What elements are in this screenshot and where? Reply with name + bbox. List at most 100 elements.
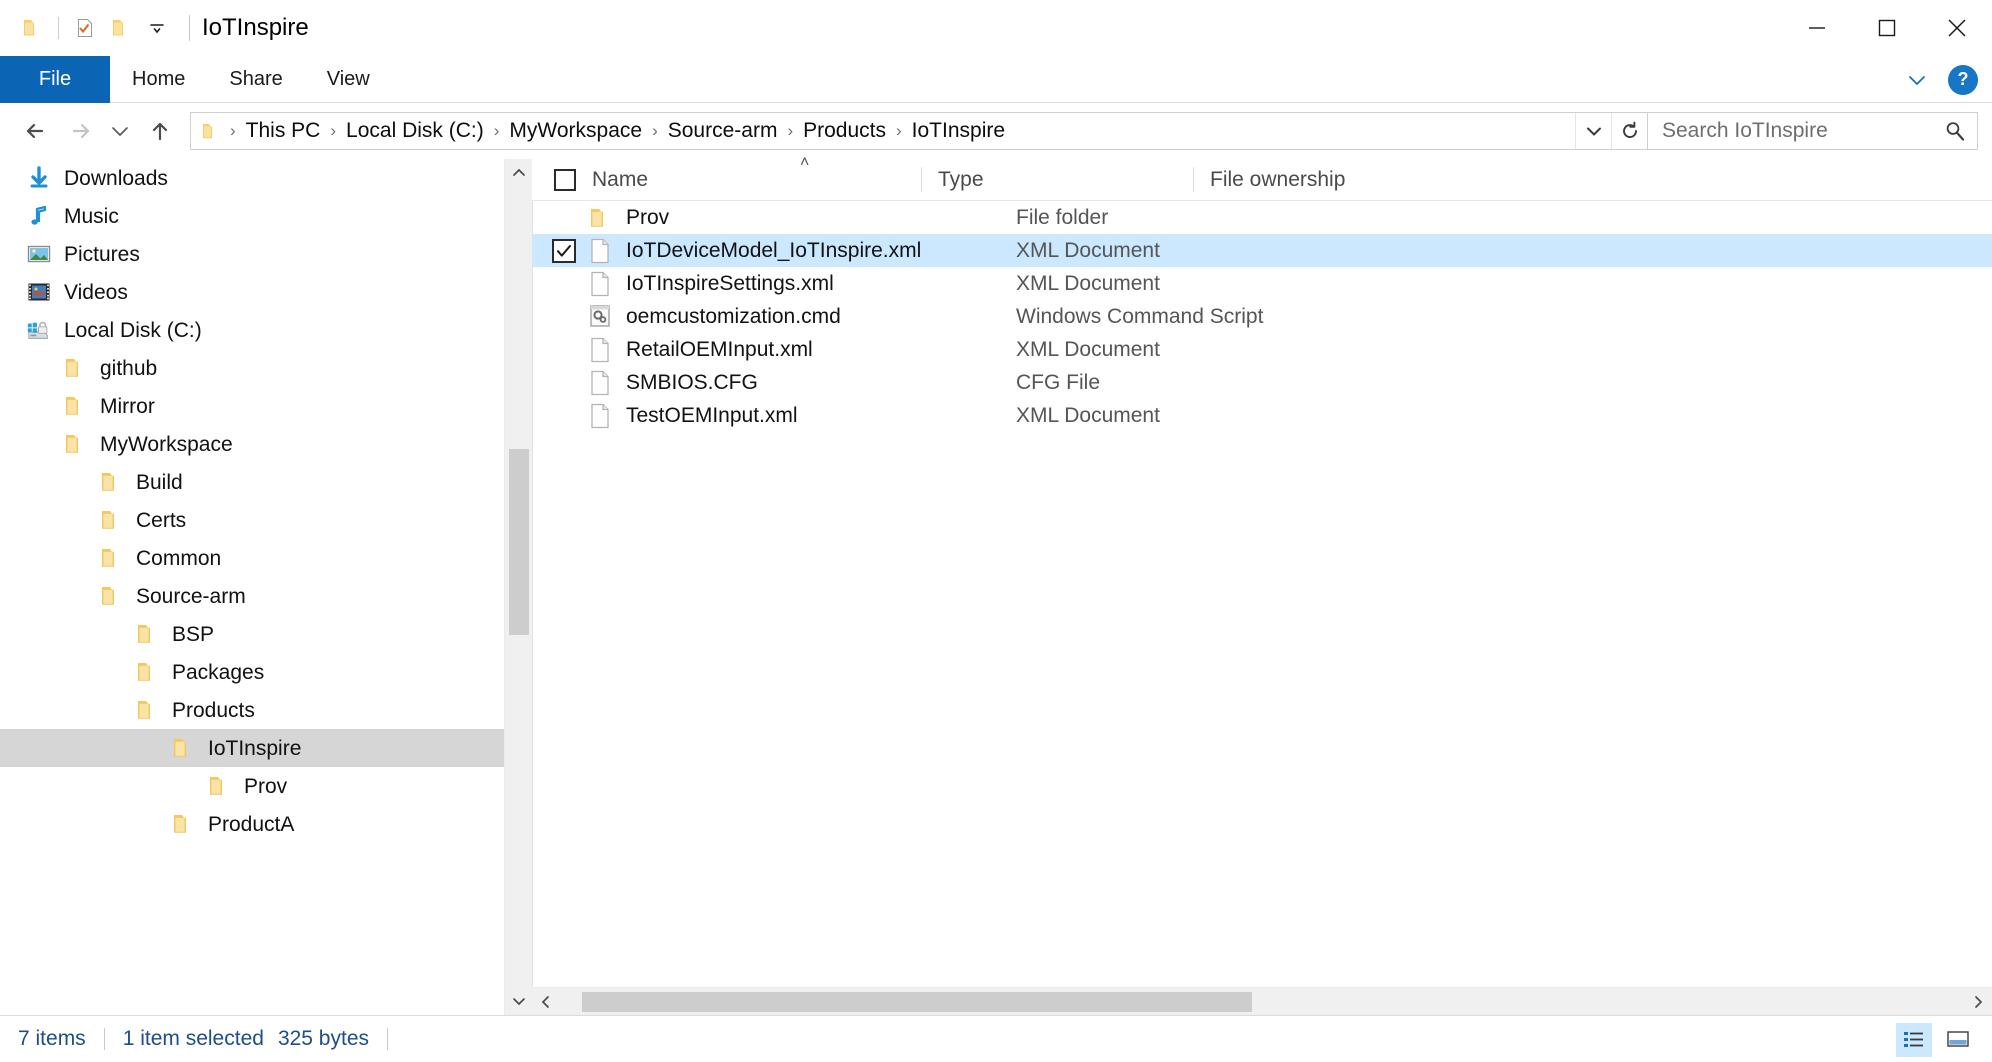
table-row[interactable]: ProvFile folder xyxy=(532,201,1992,234)
search-box[interactable] xyxy=(1648,112,1978,150)
back-arrow-icon[interactable] xyxy=(14,109,58,153)
sidebar-item-bsp[interactable]: BSP xyxy=(0,615,532,653)
breadcrumb-item-iotinspire[interactable]: IoTInspire xyxy=(905,117,1012,145)
row-checkbox[interactable] xyxy=(552,239,576,263)
folder-icon xyxy=(170,811,196,837)
expand-ribbon-icon[interactable] xyxy=(1902,65,1932,95)
chevron-up-icon[interactable] xyxy=(505,159,532,187)
breadcrumb-list: › This PC › Local Disk (C:) › MyWorkspac… xyxy=(191,117,1575,145)
sidebar-item-packages[interactable]: Packages xyxy=(0,653,532,691)
select-all-checkbox[interactable] xyxy=(554,169,576,191)
tab-file[interactable]: File xyxy=(0,56,110,103)
file-rows: ProvFile folderIoTDeviceModel_IoTInspire… xyxy=(532,201,1992,987)
breadcrumb[interactable]: › This PC › Local Disk (C:) › MyWorkspac… xyxy=(190,112,1648,150)
file-list-horizontal-scrollbar[interactable] xyxy=(532,987,1992,1015)
sidebar-item-products[interactable]: Products xyxy=(0,691,532,729)
customize-quick-access-icon[interactable] xyxy=(139,10,175,46)
row-checkbox[interactable] xyxy=(552,206,576,230)
maximize-button[interactable] xyxy=(1852,0,1922,56)
file-type: File folder xyxy=(1016,206,1288,230)
file-name: IoTInspireSettings.xml xyxy=(626,272,1016,296)
sidebar-item-common[interactable]: Common xyxy=(0,539,532,577)
folder-icon xyxy=(134,621,160,647)
table-row[interactable]: IoTInspireSettings.xmlXML Document xyxy=(532,267,1992,300)
sidebar-item-certs[interactable]: Certs xyxy=(0,501,532,539)
breadcrumb-item-local-disk[interactable]: Local Disk (C:) xyxy=(339,117,491,145)
column-headers: ˄ Name Type File ownership xyxy=(532,159,1992,201)
sidebar-item-mirror[interactable]: Mirror xyxy=(0,387,532,425)
table-row[interactable]: RetailOEMInput.xmlXML Document xyxy=(532,333,1992,366)
help-button[interactable]: ? xyxy=(1948,65,1978,95)
sidebar-item-music[interactable]: Music xyxy=(0,197,532,235)
sidebar-item-myworkspace[interactable]: MyWorkspace xyxy=(0,425,532,463)
chevron-right-icon[interactable] xyxy=(1964,988,1992,1016)
breadcrumb-item-myworkspace[interactable]: MyWorkspace xyxy=(502,117,649,145)
sidebar-item-iotinspire[interactable]: IoTInspire xyxy=(0,729,532,767)
row-checkbox[interactable] xyxy=(552,272,576,296)
nav-scroll-thumb[interactable] xyxy=(509,449,529,635)
properties-icon[interactable] xyxy=(67,10,103,46)
row-checkbox[interactable] xyxy=(552,404,576,428)
sidebar-item-videos[interactable]: Videos xyxy=(0,273,532,311)
chevron-left-icon[interactable] xyxy=(532,988,560,1016)
column-header-name[interactable]: ˄ Name xyxy=(532,159,922,200)
file-type: XML Document xyxy=(1016,272,1288,296)
drive-icon xyxy=(26,317,52,343)
breadcrumb-separator: › xyxy=(327,121,339,141)
hscroll-track[interactable] xyxy=(560,988,1964,1016)
nav-scrollbar[interactable] xyxy=(504,159,532,1015)
large-icons-view-icon[interactable] xyxy=(1940,1023,1976,1057)
sidebar-item-producta[interactable]: ProductA xyxy=(0,805,532,843)
row-checkbox[interactable] xyxy=(552,305,576,329)
sidebar-item-label: BSP xyxy=(172,624,214,645)
sidebar-item-prov[interactable]: Prov xyxy=(0,767,532,805)
table-row[interactable]: SMBIOS.CFGCFG File xyxy=(532,366,1992,399)
hscroll-thumb[interactable] xyxy=(582,992,1252,1012)
file-name: SMBIOS.CFG xyxy=(626,371,1016,395)
sidebar-item-downloads[interactable]: Downloads xyxy=(0,159,532,197)
chevron-down-icon[interactable] xyxy=(505,987,532,1015)
new-folder-icon[interactable] xyxy=(103,10,139,46)
search-icon[interactable] xyxy=(1943,119,1967,143)
up-arrow-icon[interactable] xyxy=(138,109,182,153)
xml-file-icon xyxy=(586,402,614,430)
navigation-pane: DownloadsMusicPictures Videos Local Disk (… xyxy=(0,159,532,1015)
row-checkbox[interactable] xyxy=(552,338,576,362)
refresh-icon[interactable] xyxy=(1611,113,1647,149)
status-divider xyxy=(104,1028,105,1050)
sidebar-item-local-disk-c[interactable]: Local Disk (C:) xyxy=(0,311,532,349)
xml-file-icon xyxy=(586,237,614,265)
column-header-file-ownership[interactable]: File ownership xyxy=(1194,159,1494,200)
folder-icon xyxy=(98,469,124,495)
sidebar-item-label: Videos xyxy=(64,282,128,303)
status-selection-size: 325 bytes xyxy=(278,1027,369,1051)
close-button[interactable] xyxy=(1922,0,1992,56)
folder-icon[interactable] xyxy=(14,10,50,46)
recent-locations-icon[interactable] xyxy=(102,109,138,153)
minimize-button[interactable] xyxy=(1782,0,1852,56)
table-row[interactable]: oemcustomization.cmdWindows Command Scri… xyxy=(532,300,1992,333)
sidebar-item-github[interactable]: github xyxy=(0,349,532,387)
table-row[interactable]: TestOEMInput.xmlXML Document xyxy=(532,399,1992,432)
file-type: XML Document xyxy=(1016,404,1288,428)
chevron-down-icon[interactable] xyxy=(1575,113,1611,149)
tab-share[interactable]: Share xyxy=(207,56,304,103)
breadcrumb-item-source-arm[interactable]: Source-arm xyxy=(661,117,785,145)
sidebar-item-source-arm[interactable]: Source-arm xyxy=(0,577,532,615)
breadcrumb-item-this-pc[interactable]: This PC xyxy=(239,117,328,145)
tab-home[interactable]: Home xyxy=(110,56,207,103)
file-name: Prov xyxy=(626,206,1016,230)
tab-view[interactable]: View xyxy=(305,56,392,103)
column-header-type[interactable]: Type xyxy=(922,159,1194,200)
file-list-pane: ˄ Name Type File ownership ProvFile fold… xyxy=(532,159,1992,1015)
quick-access-toolbar: IoTInspire xyxy=(0,10,309,46)
forward-arrow-icon[interactable] xyxy=(58,109,102,153)
row-checkbox[interactable] xyxy=(552,371,576,395)
sort-ascending-icon: ˄ xyxy=(800,154,809,172)
search-input[interactable] xyxy=(1662,119,1943,143)
breadcrumb-item-products[interactable]: Products xyxy=(796,117,893,145)
sidebar-item-pictures[interactable]: Pictures xyxy=(0,235,532,273)
sidebar-item-build[interactable]: Build xyxy=(0,463,532,501)
table-row[interactable]: IoTDeviceModel_IoTInspire.xmlXML Documen… xyxy=(532,234,1992,267)
details-view-icon[interactable] xyxy=(1896,1023,1932,1057)
